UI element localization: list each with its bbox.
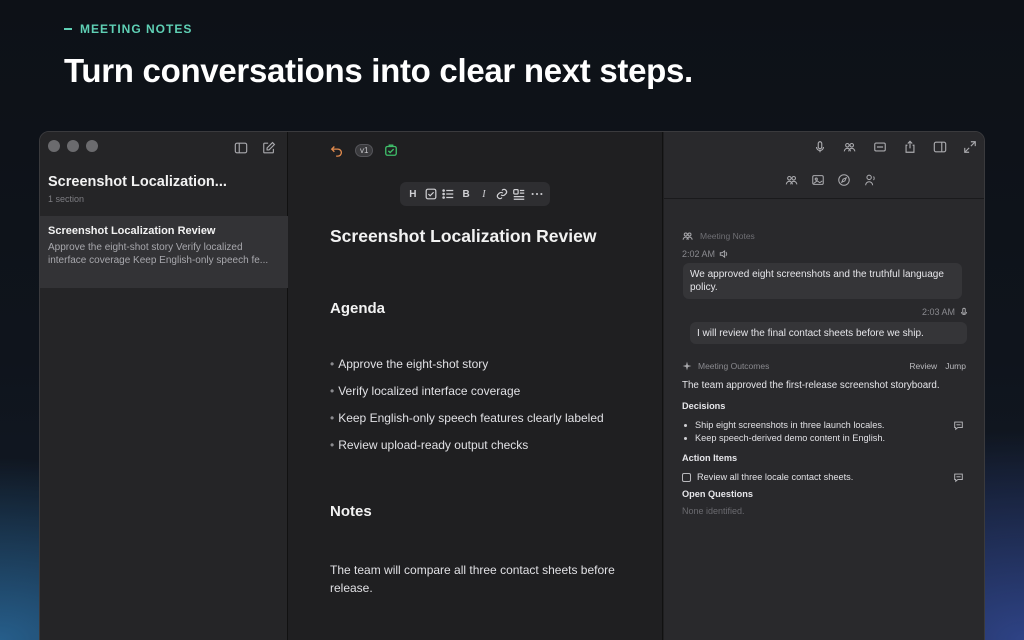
sync-status-icon[interactable]	[383, 142, 399, 158]
transcript-bubble-outgoing[interactable]: I will review the final contact sheets b…	[690, 322, 967, 344]
outcomes-label: Meeting Outcomes	[682, 361, 769, 371]
open-questions-empty: None identified.	[682, 506, 745, 516]
close-window-button[interactable]	[48, 140, 60, 152]
notes-paragraph[interactable]: The team will compare all three contact …	[330, 561, 630, 597]
document-title[interactable]: Screenshot Localization Review	[330, 226, 596, 247]
share-icon[interactable]	[902, 139, 918, 155]
note-preview: Approve the eight-shot story Verify loca…	[48, 242, 269, 266]
bullet-dot	[684, 423, 687, 427]
eyebrow-dash	[64, 28, 72, 30]
comment-icon[interactable]	[950, 417, 966, 433]
participants-icon	[682, 230, 694, 242]
notes-heading[interactable]: Notes	[330, 503, 372, 520]
editor-top-bar: v1	[329, 142, 399, 158]
captions-icon[interactable]	[872, 139, 888, 155]
undo-icon[interactable]	[329, 142, 345, 158]
italic-button[interactable]: I	[477, 189, 491, 200]
action-item-checkbox[interactable]	[682, 472, 691, 482]
sidebar: Screenshot Localization... 1 section Scr…	[40, 132, 288, 640]
heading-button[interactable]: H	[406, 189, 420, 200]
mic-small-icon	[959, 307, 969, 317]
review-link[interactable]: Review	[909, 361, 937, 371]
message-time: 2:03 AM	[922, 307, 969, 317]
agenda-item[interactable]: Approve the eight-shot story	[330, 357, 604, 384]
outcomes-summary: The team approved the first-release scre…	[682, 380, 940, 391]
toggle-sidebar-icon[interactable]	[233, 140, 249, 156]
transcript-bubble-incoming[interactable]: We approved eight screenshots and the tr…	[683, 263, 962, 299]
agenda-list: Approve the eight-shot story Verify loca…	[330, 357, 604, 465]
headline: Turn conversations into clear next steps…	[64, 52, 693, 89]
panel-mode-bar	[784, 172, 878, 188]
editor: v1 H B I Screenshot Localization Review …	[289, 132, 663, 640]
version-badge[interactable]: v1	[355, 143, 374, 157]
expand-icon[interactable]	[962, 139, 978, 155]
panel-divider	[664, 198, 984, 199]
bullet-dot	[684, 436, 687, 440]
app-window: Screenshot Localization... 1 section Scr…	[39, 131, 985, 640]
comment-icon[interactable]	[950, 469, 966, 485]
voice-icon[interactable]	[862, 172, 878, 188]
minimize-window-button[interactable]	[67, 140, 79, 152]
note-title: Screenshot Localization Review	[48, 225, 216, 237]
eyebrow-label: MEETING NOTES	[80, 22, 193, 36]
sidebar-title: Screenshot Localization...	[48, 174, 227, 190]
screenshot-mode-icon[interactable]	[810, 172, 826, 188]
decision-text: Ship eight screenshots in three launch l…	[695, 420, 885, 430]
note-list-item[interactable]: Screenshot Localization Review Approve t…	[40, 216, 288, 288]
message-time-text: 2:03 AM	[921, 307, 955, 317]
toggle-panel-icon[interactable]	[932, 139, 948, 155]
checklist-icon[interactable]	[424, 186, 438, 202]
agenda-item[interactable]: Verify localized interface coverage	[330, 384, 604, 411]
outcomes-header: Meeting Outcomes Review Jump	[682, 361, 966, 371]
sidebar-toolbar	[233, 140, 277, 156]
more-icon[interactable]	[530, 186, 544, 202]
compass-icon[interactable]	[836, 172, 852, 188]
bold-button[interactable]: B	[459, 189, 473, 200]
agenda-item[interactable]: Keep English-only speech features clearl…	[330, 411, 604, 438]
insert-block-icon[interactable]	[512, 186, 526, 202]
open-questions-heading: Open Questions	[682, 489, 753, 499]
transcript-label: Meeting Notes	[682, 230, 755, 242]
decision-text: Keep speech-derived demo content in Engl…	[695, 433, 885, 443]
zoom-window-button[interactable]	[86, 140, 98, 152]
jump-link[interactable]: Jump	[945, 361, 966, 371]
message-time-text: 2:02 AM	[682, 249, 716, 259]
decision-item: Keep speech-derived demo content in Engl…	[682, 433, 966, 443]
microphone-icon[interactable]	[812, 139, 828, 155]
message-time: 2:02 AM	[682, 249, 729, 259]
outcomes-links: Review Jump	[909, 361, 966, 371]
transcript-mode-icon[interactable]	[784, 172, 800, 188]
participants-audio-icon[interactable]	[842, 139, 858, 155]
outcomes-label-text: Meeting Outcomes	[698, 361, 770, 371]
window-controls	[48, 140, 98, 152]
action-items-heading: Action Items	[682, 453, 738, 463]
panel-toolbar	[812, 139, 978, 155]
speaker-icon	[719, 249, 729, 259]
decision-item: Ship eight screenshots in three launch l…	[682, 417, 966, 433]
bullet-list-icon[interactable]	[441, 186, 455, 202]
action-item-text: Review all three locale contact sheets.	[697, 472, 854, 482]
link-icon[interactable]	[495, 186, 509, 202]
agenda-heading[interactable]: Agenda	[330, 300, 385, 317]
action-item: Review all three locale contact sheets.	[682, 469, 966, 485]
eyebrow: MEETING NOTES	[64, 22, 192, 36]
format-toolbar: H B I	[400, 182, 550, 206]
meeting-panel: Meeting Notes 2:02 AM We approved eight …	[664, 132, 984, 640]
new-note-icon[interactable]	[261, 140, 277, 156]
sparkle-icon	[682, 361, 692, 371]
transcript-label-text: Meeting Notes	[700, 231, 755, 241]
sidebar-subtitle: 1 section	[48, 194, 85, 204]
agenda-item[interactable]: Review upload-ready output checks	[330, 438, 604, 465]
decisions-heading: Decisions	[682, 401, 726, 411]
